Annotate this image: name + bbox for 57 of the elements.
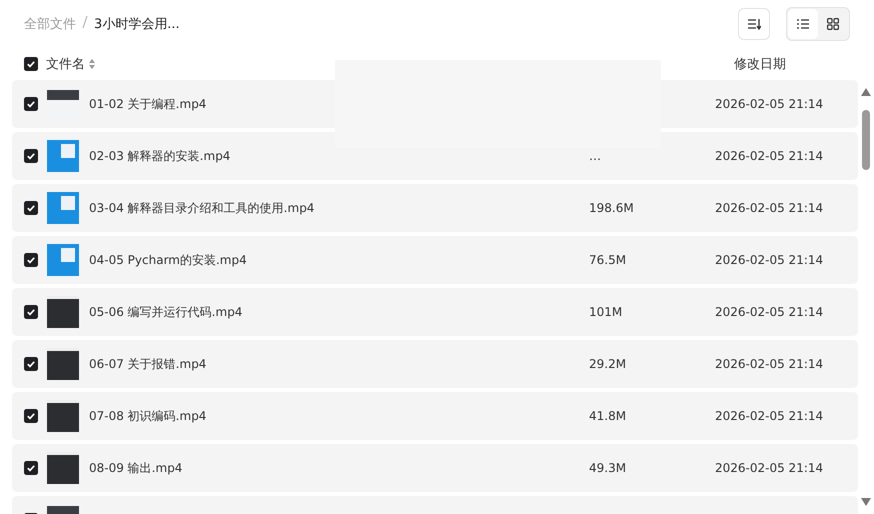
video-thumbnail [47, 192, 79, 224]
file-name: 05-06 编写并运行代码.mp4 [89, 304, 244, 320]
checkbox[interactable] [24, 57, 38, 71]
scroll-up-icon[interactable] [861, 88, 871, 96]
modified-date: 2026-02-05 21:14 [715, 201, 824, 215]
list-view-icon[interactable] [797, 19, 809, 29]
file-name: 01-02 关于编程.mp4 [89, 96, 208, 112]
file-row[interactable]: 05-06 编写并运行代码.mp4 101M 2026-02-05 21:14 [12, 288, 858, 336]
sort-arrows-icon[interactable] [89, 59, 95, 69]
modified-date: 2026-02-05 21:14 [715, 461, 824, 475]
file-name: 02-03 解释器的安装.mp4 [89, 148, 232, 164]
grid-view-icon[interactable] [827, 18, 839, 30]
file-row[interactable]: 07-08 初识编码.mp4 41.8M 2026-02-05 21:14 [12, 392, 858, 440]
checkbox[interactable] [24, 357, 38, 371]
video-thumbnail [47, 244, 79, 276]
checkbox[interactable] [24, 149, 38, 163]
file-size: … [589, 149, 602, 163]
file-size: 101M [589, 305, 624, 319]
video-thumbnail [47, 400, 79, 432]
sort-button[interactable] [738, 8, 770, 40]
file-row[interactable]: 06-07 关于报错.mp4 29.2M 2026-02-05 21:14 [12, 340, 858, 388]
video-thumbnail [47, 348, 79, 380]
date-column-header[interactable]: 修改日期 [734, 55, 850, 73]
name-column-header[interactable]: 文件名 [46, 55, 85, 73]
modified-date: 2026-02-05 21:14 [715, 253, 824, 267]
file-row[interactable]: 04-05 Pycharm的安装.mp4 76.5M 2026-02-05 21:14 [12, 236, 858, 284]
video-thumbnail [47, 296, 79, 328]
file-row[interactable]: 08-09 输出.mp4 49.3M 2026-02-05 21:14 [12, 444, 858, 492]
checkbox[interactable] [24, 253, 38, 267]
modified-date: 2026-02-05 21:14 [715, 409, 824, 423]
scroll-down-icon[interactable] [861, 498, 871, 506]
file-size: 198.6M [589, 201, 635, 215]
file-name: 08-09 输出.mp4 [89, 460, 184, 476]
file-row[interactable]: 03-04 解释器目录介绍和工具的使用.mp4 198.6M 2026-02-05 21:14 [12, 184, 858, 232]
sort-icon[interactable] [747, 18, 761, 30]
modified-date: 2026-02-05 21:14 [715, 149, 824, 163]
video-thumbnail [47, 452, 79, 484]
list-view-button[interactable] [788, 9, 818, 39]
modified-date: 2026-02-05 21:14 [715, 97, 824, 111]
file-name: 04-05 Pycharm的安装.mp4 [89, 252, 248, 268]
modified-date: 2026-02-05 21:14 [715, 305, 824, 319]
breadcrumb-link[interactable]: 3小时学会用... [94, 15, 180, 33]
file-size: 76.5M [589, 253, 628, 267]
file-name: 06-07 关于报错.mp4 [89, 356, 208, 372]
checkbox[interactable] [24, 409, 38, 423]
scrollbar-thumb[interactable] [862, 110, 870, 170]
file-size: 41.8M [589, 409, 628, 423]
checkbox[interactable] [24, 97, 38, 111]
file-name: 07-08 初识编码.mp4 [89, 408, 208, 424]
checkbox[interactable] [24, 461, 38, 475]
modified-date: 2026-02-05 21:14 [715, 357, 824, 371]
file-size: 29.2M [589, 357, 628, 371]
file-name: 03-04 解释器目录介绍和工具的使用.mp4 [89, 200, 316, 216]
file-size: 49.3M [589, 461, 628, 475]
checkbox[interactable] [24, 201, 38, 215]
checkbox[interactable] [24, 305, 38, 319]
video-thumbnail [47, 140, 79, 172]
